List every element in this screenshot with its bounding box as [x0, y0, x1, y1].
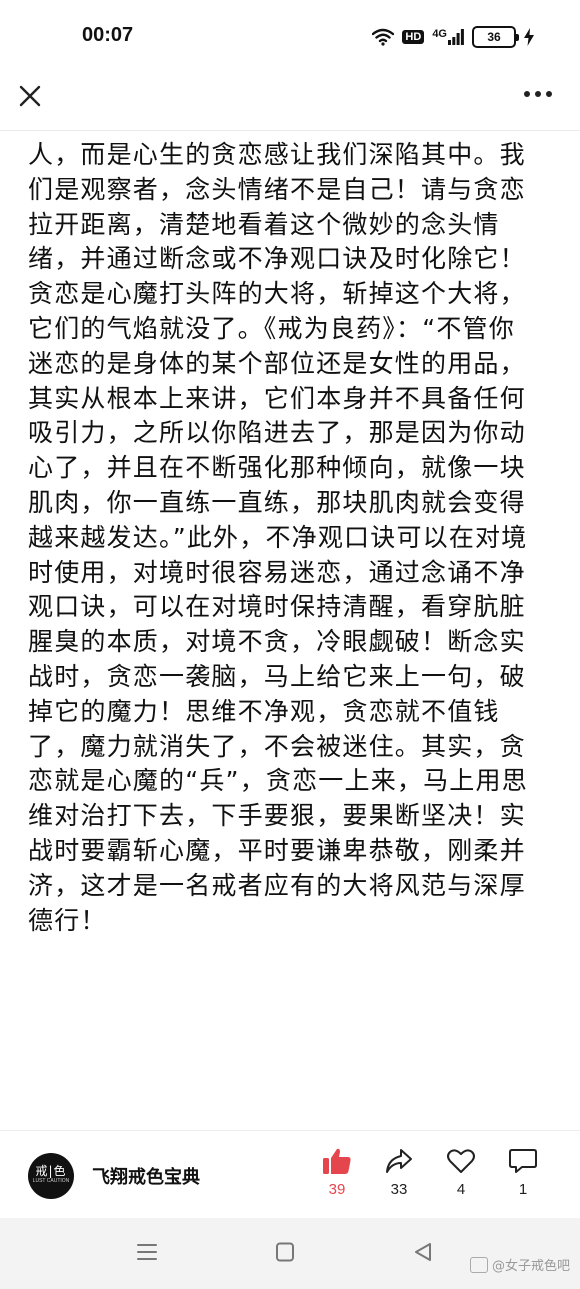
network-label: 4G: [432, 28, 447, 40]
close-button[interactable]: [16, 82, 44, 110]
article-line: 战时要霸斩心魔，平时要谦卑恭敬，刚柔并: [28, 835, 526, 865]
article-body: 人，而是心生的贪恋感让我们深陷其中。我 们是观察者，念头情绪不是自己！请与贪恋 …: [28, 138, 556, 938]
close-icon: [19, 85, 41, 107]
nav-back-button[interactable]: [412, 1242, 434, 1266]
article-line: 们是观察者，念头情绪不是自己！请与贪恋: [28, 174, 526, 204]
top-bar: [0, 74, 580, 131]
article-line: 贪恋是心魔打头阵的大将，斩掉这个大将，: [28, 279, 526, 309]
article-line: 迷恋的是身体的某个部位还是女性的用品，: [28, 348, 526, 378]
watermark: @女子戒色吧: [469, 1255, 570, 1274]
status-icons: HD 4G 36: [372, 24, 534, 50]
heart-icon: [447, 1149, 475, 1173]
nav-home-button[interactable]: [274, 1242, 296, 1266]
article-line: 它们的气焰就没了。《戒为良药》：“不管你: [28, 313, 515, 343]
favorite-button[interactable]: 4: [436, 1147, 486, 1198]
home-icon: [276, 1242, 294, 1262]
share-icon: [386, 1149, 412, 1173]
article-line: 观口诀，可以在对境时保持清醒，看穿肮脏: [28, 592, 526, 622]
share-button[interactable]: 33: [374, 1147, 424, 1198]
system-nav-bar: @女子戒色吧: [0, 1218, 580, 1289]
charging-icon: [524, 28, 534, 46]
battery-icon: 36: [472, 26, 519, 48]
author-name[interactable]: 飞翔戒色宝典: [92, 1163, 200, 1189]
article-line: 其实从根本上来讲，它们本身并不具备任何: [28, 383, 526, 413]
article-line: 肌肉，你一直练一直练，那块肌肉就会变得: [28, 487, 526, 517]
status-time: 00:07: [82, 24, 134, 46]
wifi-icon: [372, 28, 395, 46]
article-line: 吸引力，之所以你陷进去了，那是因为你动: [28, 418, 526, 448]
article-line: 拉开距离，清楚地看着这个微妙的念头情: [28, 209, 500, 239]
avatar-subtitle: LUST CAUTION: [32, 1178, 70, 1184]
menu-icon: [137, 1244, 157, 1260]
article-line: 心了，并且在不断强化那种倾向，就像一块: [28, 453, 526, 483]
share-count: 33: [390, 1181, 408, 1198]
article-line: 德行！: [28, 905, 107, 935]
like-button[interactable]: 39: [312, 1147, 362, 1198]
article-line: 维对治打下去，下手要狠，要果断坚决！实: [28, 801, 526, 831]
hd-badge: HD: [402, 30, 425, 44]
more-icon: [524, 91, 552, 97]
more-button[interactable]: [520, 84, 556, 104]
signal-icon: 4G: [432, 29, 464, 45]
comment-button[interactable]: 1: [498, 1147, 548, 1198]
like-count: 39: [328, 1181, 346, 1198]
article-line: 掉它的魔力！思维不净观，贪恋就不值钱: [28, 696, 500, 726]
favorite-count: 4: [456, 1181, 466, 1198]
article-line: 济，这才是一名戒者应有的大将风范与深厚: [28, 870, 526, 900]
author-bar: 戒|色 LUST CAUTION 飞翔戒色宝典 39 33 4 1: [0, 1130, 580, 1219]
status-bar: 00:07 HD 4G 36: [0, 0, 580, 74]
watermark-icon: [469, 1256, 488, 1273]
article-line: 绪，并通过断念或不净观口诀及时化除它！: [28, 244, 526, 274]
article-line: 战时，贪恋一袭脑，马上给它来上一句，破: [28, 661, 526, 691]
back-icon: [415, 1243, 431, 1261]
watermark-text: @女子戒色吧: [491, 1259, 570, 1274]
article-line: 腥臭的本质，对境不贪，冷眼觑破！断念实: [28, 627, 526, 657]
article-line: 时使用，对境时很容易迷恋，通过念诵不净: [28, 557, 526, 587]
thumbs-up-icon: [323, 1148, 351, 1174]
avatar-logo: 戒|色: [35, 1164, 67, 1178]
comment-count: 1: [518, 1181, 528, 1198]
article-line: 越来越发达。”此外，不净观口诀可以在对境: [28, 522, 528, 552]
article-line: 人，而是心生的贪恋感让我们深陷其中。我: [28, 140, 526, 169]
avatar[interactable]: 戒|色 LUST CAUTION: [28, 1153, 74, 1199]
comment-icon: [509, 1149, 537, 1173]
article-line: 了，魔力就消失了，不会被迷住。其实，贪: [28, 731, 526, 761]
nav-menu-button[interactable]: [136, 1242, 158, 1266]
article-line: 恋就是心魔的“兵”，贪恋一上来，马上用思: [28, 766, 528, 796]
